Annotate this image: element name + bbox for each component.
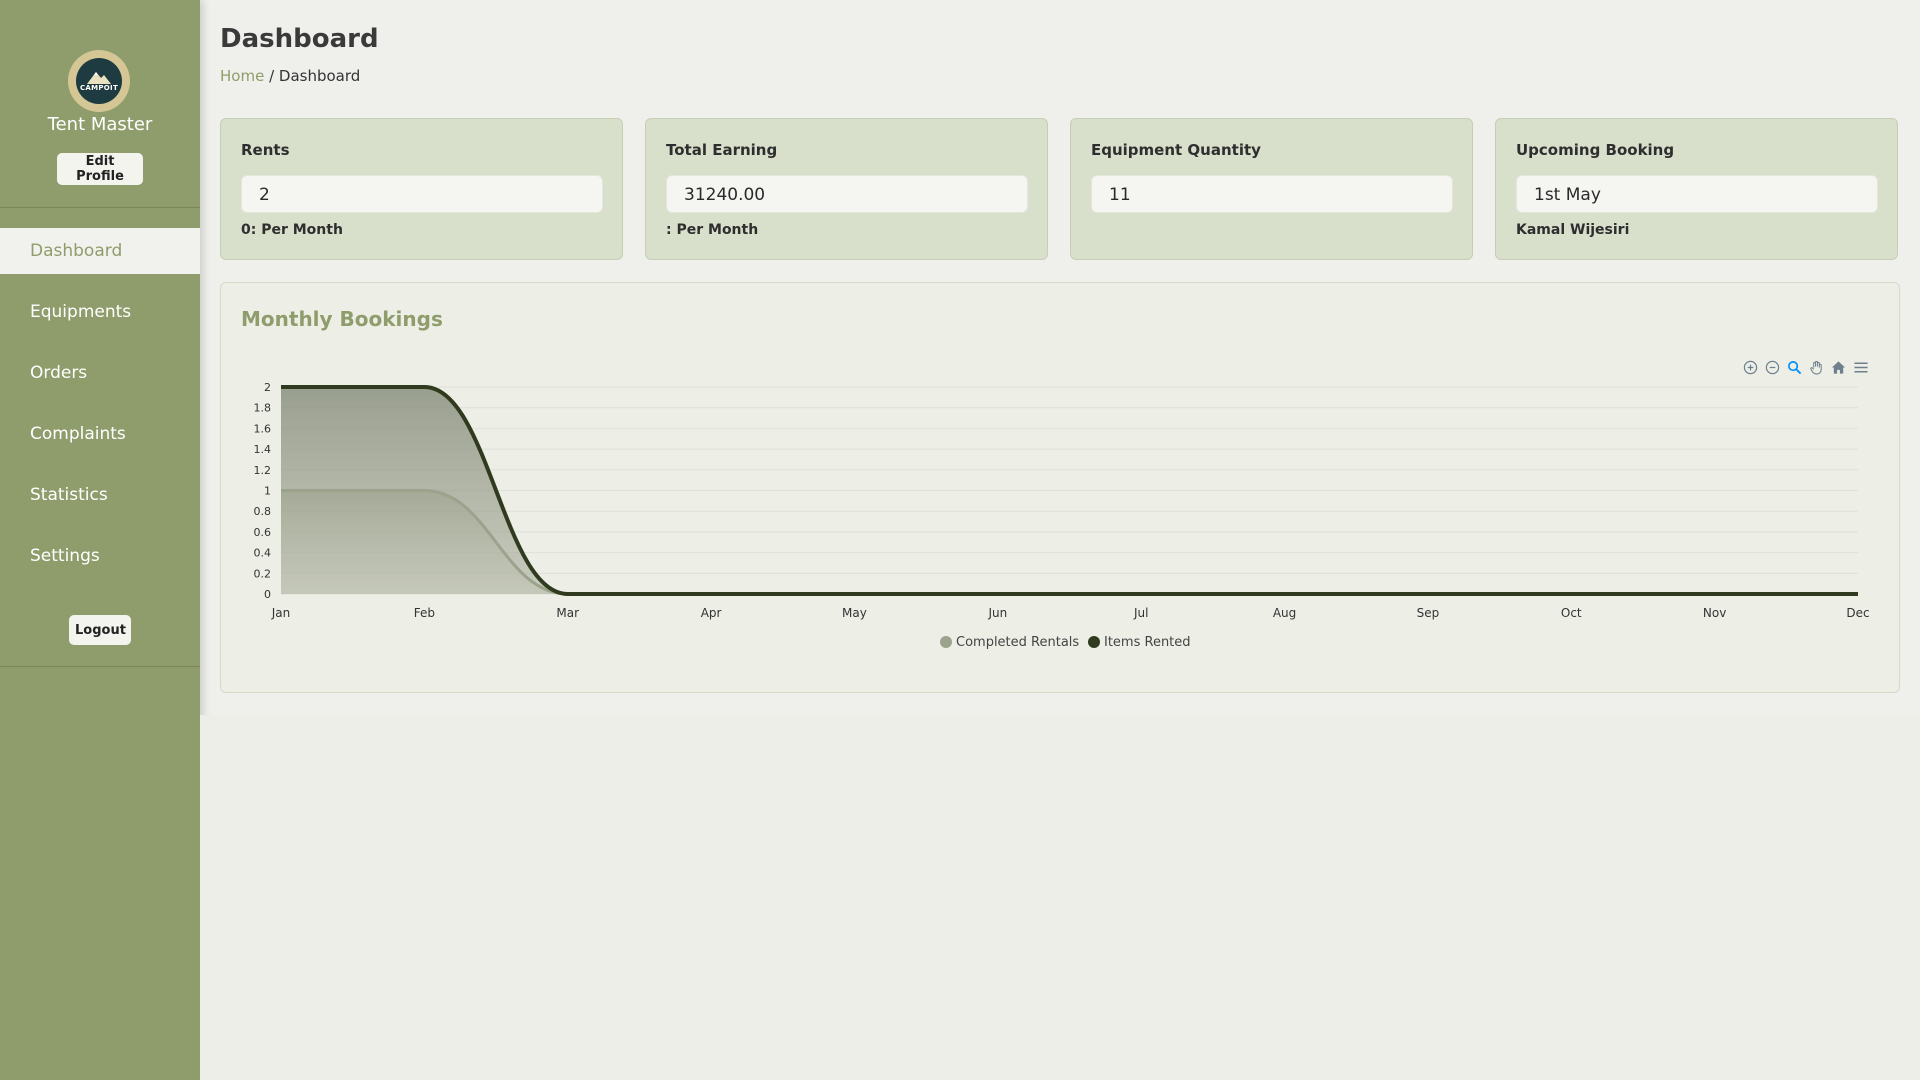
card-subtext: : Per Month: [666, 222, 759, 238]
x-tick-label: Oct: [1561, 606, 1582, 620]
sidebar-item-statistics[interactable]: Statistics: [0, 472, 200, 518]
sidebar-profile: CAMPOIT Tent Master Edit Profile: [0, 0, 200, 208]
x-tick-label: Jun: [987, 606, 1007, 620]
monthly-bookings-panel: Monthly Bookings 0 0.2 0.4 0.6 0.8 1 1.2 1.4 1.6…: [220, 282, 1900, 693]
card-value: 2: [241, 175, 603, 213]
legend-label: Items Rented: [1104, 635, 1191, 650]
content-background: [200, 715, 1920, 1080]
sidebar-item-dashboard[interactable]: Dashboard: [0, 228, 200, 274]
x-tick-label: Nov: [1703, 606, 1726, 620]
logo-text: CAMPOIT: [79, 84, 119, 92]
breadcrumb-separator: /: [269, 67, 275, 85]
page-title: Dashboard: [220, 24, 379, 54]
sidebar-item-settings[interactable]: Settings: [0, 533, 200, 579]
edit-profile-button[interactable]: Edit Profile: [57, 153, 143, 185]
x-tick-label: Jan: [271, 606, 291, 620]
card-value: 1st May: [1516, 175, 1878, 213]
sidebar: CAMPOIT Tent Master Edit Profile Dashboa…: [0, 0, 200, 1080]
x-tick-label: Feb: [414, 606, 435, 620]
card-equipment-quantity: Equipment Quantity 11: [1070, 118, 1473, 260]
x-tick-label: Dec: [1846, 606, 1869, 620]
y-tick-label: 0.4: [254, 547, 272, 560]
card-value: 31240.00: [666, 175, 1028, 213]
card-title: Equipment Quantity: [1091, 141, 1261, 159]
sidebar-item-equipments[interactable]: Equipments: [0, 289, 200, 335]
logo-icon: CAMPOIT: [76, 58, 122, 104]
breadcrumb-home-link[interactable]: Home: [220, 67, 264, 85]
logout-button[interactable]: Logout: [69, 615, 131, 645]
y-tick-label: 2: [264, 381, 271, 394]
x-tick-label: Sep: [1417, 606, 1440, 620]
card-subtext: Kamal Wijesiri: [1516, 222, 1630, 238]
card-value: 11: [1091, 175, 1453, 213]
card-rents: Rents 2 0: Per Month: [220, 118, 623, 260]
monthly-bookings-chart: 0 0.2 0.4 0.6 0.8 1 1.2 1.4 1.6 1.8 2 Jan Feb Mar Apr M…: [254, 381, 1870, 650]
sidebar-divider: [0, 666, 200, 667]
card-title: Total Earning: [666, 141, 778, 159]
y-tick-label: 0: [264, 588, 271, 601]
sidebar-nav: Dashboard Equipments Orders Complaints S…: [0, 228, 200, 594]
y-tick-label: 1.2: [254, 464, 272, 477]
y-tick-label: 1.8: [254, 402, 272, 415]
card-subtext: 0: Per Month: [241, 222, 343, 238]
y-tick-label: 0.6: [254, 526, 272, 539]
x-tick-label: Aug: [1273, 606, 1296, 620]
x-tick-label: Apr: [701, 606, 722, 620]
y-tick-label: 1.4: [254, 443, 272, 456]
profile-name: Tent Master: [47, 114, 153, 135]
card-total-earning: Total Earning 31240.00 : Per Month: [645, 118, 1048, 260]
breadcrumb-current: Dashboard: [278, 67, 361, 85]
y-tick-label: 1.6: [254, 422, 272, 435]
card-title: Upcoming Booking: [1516, 141, 1675, 159]
mountain-icon: [87, 72, 111, 84]
breadcrumb: Home / Dashboard: [220, 67, 360, 85]
y-tick-label: 0.2: [254, 567, 272, 580]
legend-marker: [1088, 636, 1100, 648]
x-tick-label: May: [842, 606, 867, 620]
card-upcoming-booking: Upcoming Booking 1st May Kamal Wijesiri: [1495, 118, 1898, 260]
y-tick-label: 1: [264, 485, 271, 498]
sidebar-item-complaints[interactable]: Complaints: [0, 411, 200, 457]
x-tick-label: Mar: [556, 606, 579, 620]
legend-marker: [940, 636, 952, 648]
y-tick-label: 0.8: [254, 505, 272, 518]
avatar: CAMPOIT: [68, 50, 130, 112]
legend-label: Completed Rentals: [956, 635, 1079, 650]
x-tick-label: Jul: [1133, 606, 1148, 620]
card-title: Rents: [241, 141, 290, 159]
sidebar-item-orders[interactable]: Orders: [0, 350, 200, 396]
